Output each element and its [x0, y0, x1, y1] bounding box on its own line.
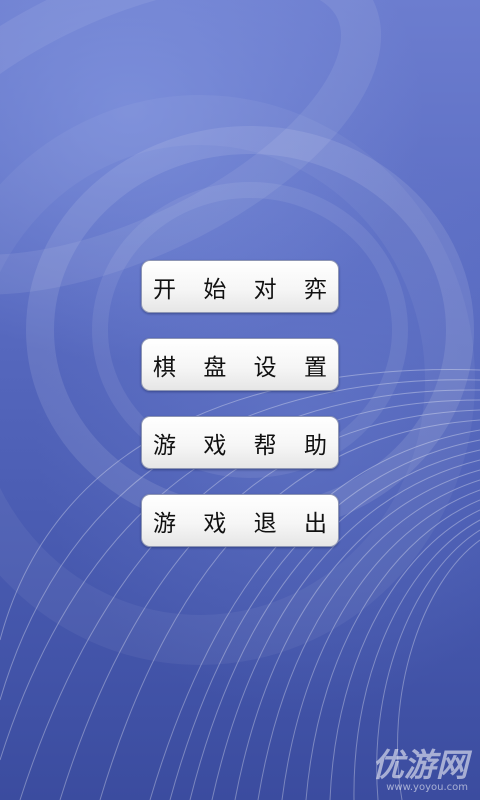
game-help-label: 游 戏 帮 助 [153, 432, 337, 459]
game-help-button[interactable]: 游 戏 帮 助 [141, 416, 339, 469]
watermark: 优游网 www.yoyou.com [358, 748, 468, 794]
exit-game-button[interactable]: 游 戏 退 出 [141, 494, 339, 547]
board-settings-button[interactable]: 棋 盘 设 置 [141, 338, 339, 391]
start-game-button[interactable]: 开 始 对 弈 [141, 260, 339, 313]
start-game-label: 开 始 对 弈 [153, 276, 337, 303]
game-main-menu-screen: 开 始 对 弈 棋 盘 设 置 游 戏 帮 助 游 戏 退 出 优游网 www.… [0, 0, 480, 800]
watermark-logo: 优游网 [371, 746, 468, 784]
board-settings-label: 棋 盘 设 置 [153, 354, 337, 381]
main-menu: 开 始 对 弈 棋 盘 设 置 游 戏 帮 助 游 戏 退 出 [141, 260, 339, 572]
exit-game-label: 游 戏 退 出 [153, 510, 337, 537]
